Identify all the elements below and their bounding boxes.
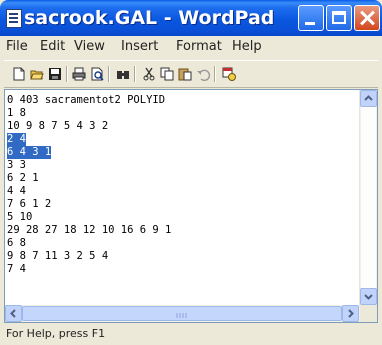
text-line[interactable]: 10 9 8 7 5 4 3 2 — [7, 120, 108, 133]
wordpad-window: sacrook.GAL - WordPad File Edit View Ins… — [0, 0, 382, 345]
close-button[interactable] — [354, 5, 380, 31]
grip-icon — [176, 313, 187, 318]
text-line[interactable]: 6 8 — [7, 237, 26, 250]
text-line[interactable]: 5 10 — [7, 211, 32, 224]
vertical-scroll-thumb[interactable] — [361, 107, 376, 288]
undo-icon[interactable] — [196, 67, 210, 81]
open-folder-icon[interactable] — [30, 67, 44, 81]
text-line[interactable]: 4 4 — [7, 185, 26, 198]
insert-datetime-icon[interactable] — [222, 67, 236, 81]
text-line[interactable]: 1 8 — [7, 107, 26, 120]
chevron-down-icon — [364, 294, 373, 300]
menu-file[interactable]: File — [6, 39, 28, 54]
print-icon[interactable] — [72, 67, 86, 81]
toolbar-separator — [66, 66, 68, 82]
scroll-right-button[interactable] — [342, 305, 359, 322]
paste-icon[interactable] — [178, 67, 192, 81]
copy-icon[interactable] — [160, 67, 174, 81]
text-line[interactable]: 29 28 27 18 12 10 16 6 9 1 — [7, 224, 171, 237]
toolbar-separator — [108, 66, 110, 82]
toolbar-separator — [134, 66, 136, 82]
menu-insert[interactable]: Insert — [121, 39, 158, 54]
text-line[interactable]: 9 8 7 11 3 2 5 4 — [7, 250, 108, 263]
cut-icon[interactable] — [142, 67, 156, 81]
scrollbar-corner — [360, 305, 377, 322]
horizontal-scroll-thumb[interactable] — [22, 306, 342, 321]
wordpad-app-icon[interactable] — [6, 9, 22, 28]
text-line[interactable]: 6 2 1 — [7, 172, 39, 185]
scroll-left-button[interactable] — [5, 305, 22, 322]
menu-bar: File Edit View Insert Format Help — [4, 36, 378, 58]
text-line-selected[interactable]: 6 4 3 1 — [7, 146, 52, 159]
chevron-up-icon — [364, 95, 373, 101]
text-line[interactable]: 7 4 — [7, 263, 26, 276]
scroll-up-button[interactable] — [360, 90, 377, 107]
text-line[interactable]: 3 3 — [7, 159, 26, 172]
chevron-right-icon — [348, 309, 354, 318]
menu-format[interactable]: Format — [176, 39, 222, 54]
text-line[interactable]: 0 403 sacramentot2 POLYID — [7, 94, 165, 107]
title-bar[interactable]: sacrook.GAL - WordPad — [0, 0, 382, 36]
minimize-button[interactable] — [298, 5, 324, 31]
horizontal-scrollbar[interactable] — [5, 305, 360, 322]
scroll-down-button[interactable] — [360, 288, 377, 305]
menu-view[interactable]: View — [74, 39, 105, 54]
maximize-button[interactable] — [326, 5, 352, 31]
document-content[interactable]: 0 403 sacramentot2 POLYID 1 8 10 9 8 7 5… — [5, 90, 359, 307]
text-line-selected[interactable]: 2 4 — [7, 133, 26, 146]
status-text: For Help, press F1 — [6, 327, 106, 340]
chevron-left-icon — [10, 309, 16, 318]
toolbar — [4, 60, 378, 88]
new-document-icon[interactable] — [12, 67, 26, 81]
save-icon[interactable] — [48, 67, 62, 81]
document-editor[interactable]: 0 403 sacramentot2 POLYID 1 8 10 9 8 7 5… — [4, 89, 378, 323]
print-preview-icon[interactable] — [90, 67, 104, 81]
vertical-scrollbar[interactable] — [359, 90, 377, 305]
toolbar-separator — [214, 66, 216, 82]
text-line[interactable]: 7 6 1 2 — [7, 198, 51, 211]
status-bar: For Help, press F1 — [4, 324, 378, 343]
window-title: sacrook.GAL - WordPad — [24, 7, 275, 29]
find-icon[interactable] — [116, 67, 130, 81]
menu-edit[interactable]: Edit — [40, 39, 65, 54]
menu-help[interactable]: Help — [232, 39, 262, 54]
